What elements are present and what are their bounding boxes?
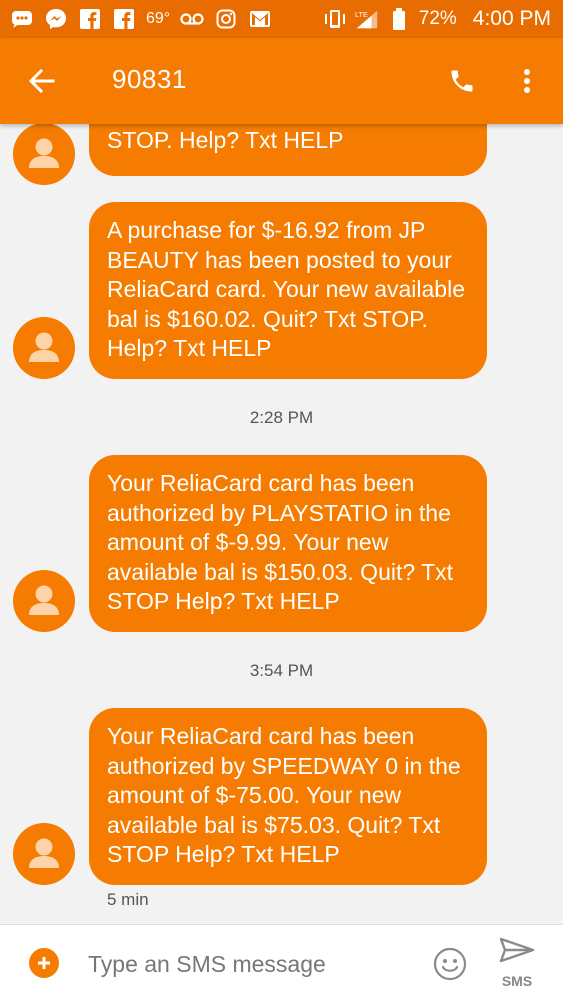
- app-bar: 90831: [0, 38, 563, 124]
- message-text: available bal is $177.19. Quit? Txt STOP…: [107, 126, 344, 153]
- clock: 4:00 PM: [472, 7, 551, 30]
- message-bubble[interactable]: available bal is $177.19. Quit? Txt STOP…: [89, 124, 487, 176]
- message-bubble[interactable]: Your ReliaCard card has been authorized …: [89, 708, 487, 885]
- contact-avatar[interactable]: [13, 317, 75, 379]
- person-icon: [29, 585, 59, 615]
- more-options-button[interactable]: [512, 63, 542, 99]
- signal-icon: LTE: [355, 8, 379, 30]
- chat-bubble-icon: [10, 8, 34, 30]
- facebook-icon: [112, 8, 136, 30]
- messenger-icon: [44, 8, 68, 30]
- send-type-label: SMS: [501, 973, 533, 989]
- phone-icon: [451, 70, 473, 92]
- conversation-list[interactable]: available bal is $177.19. Quit? Txt STOP…: [0, 124, 563, 924]
- battery-icon: [387, 8, 411, 30]
- system-status: LTE 72% 4:00 PM: [323, 6, 551, 32]
- person-icon: [29, 138, 59, 168]
- message-age: 5 min: [107, 890, 149, 909]
- message-text: Your ReliaCard card has been authorized …: [107, 470, 454, 614]
- message-text: Your ReliaCard card has been authorized …: [107, 723, 461, 867]
- message-input[interactable]: [86, 943, 420, 985]
- message-bubble[interactable]: Your ReliaCard card has been authorized …: [89, 455, 487, 632]
- plus-icon: [38, 957, 50, 969]
- status-bar: 69° LTE 72% 4:00 PM: [0, 0, 563, 38]
- message-bubble[interactable]: A purchase for $-16.92 from JP BEAUTY ha…: [89, 202, 487, 379]
- conversation-title: 90831: [112, 64, 187, 94]
- person-icon: [29, 332, 59, 362]
- message-timestamp: 2:28 PM: [249, 408, 314, 427]
- gmail-icon: [248, 8, 272, 30]
- voicemail-icon: [180, 8, 204, 30]
- call-button[interactable]: [442, 63, 482, 99]
- contact-avatar[interactable]: [13, 124, 75, 185]
- message-timestamp: 3:54 PM: [249, 661, 314, 680]
- facebook-icon: [78, 8, 102, 30]
- back-arrow-icon: [29, 69, 55, 93]
- emoji-icon: [433, 947, 467, 981]
- contact-avatar[interactable]: [13, 570, 75, 632]
- contact-avatar[interactable]: [13, 823, 75, 885]
- back-button[interactable]: [22, 63, 62, 99]
- more-vert-icon: [524, 69, 530, 93]
- message-text: A purchase for $-16.92 from JP BEAUTY ha…: [107, 217, 465, 361]
- battery-level: 72%: [418, 8, 457, 29]
- compose-bar: SMS: [0, 924, 563, 1001]
- send-icon: [499, 937, 535, 963]
- emoji-button[interactable]: [432, 946, 468, 982]
- person-icon: [29, 838, 59, 868]
- svg-text:LTE: LTE: [355, 10, 368, 19]
- instagram-icon: [214, 8, 238, 30]
- vibrate-icon: [323, 8, 347, 30]
- attach-button[interactable]: [29, 948, 59, 978]
- notification-icons: 69°: [10, 6, 272, 32]
- send-button[interactable]: SMS: [494, 935, 540, 993]
- temperature: 69°: [146, 10, 171, 27]
